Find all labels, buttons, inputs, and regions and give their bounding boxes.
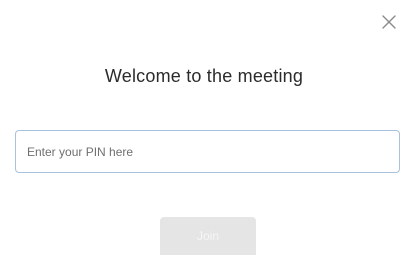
close-icon: [382, 14, 396, 34]
pin-input[interactable]: [15, 130, 400, 173]
close-button[interactable]: [378, 13, 400, 35]
join-button[interactable]: Join: [160, 217, 256, 255]
dialog-title: Welcome to the meeting: [104, 66, 304, 86]
meeting-join-dialog: Welcome to the meeting Join: [0, 0, 408, 255]
